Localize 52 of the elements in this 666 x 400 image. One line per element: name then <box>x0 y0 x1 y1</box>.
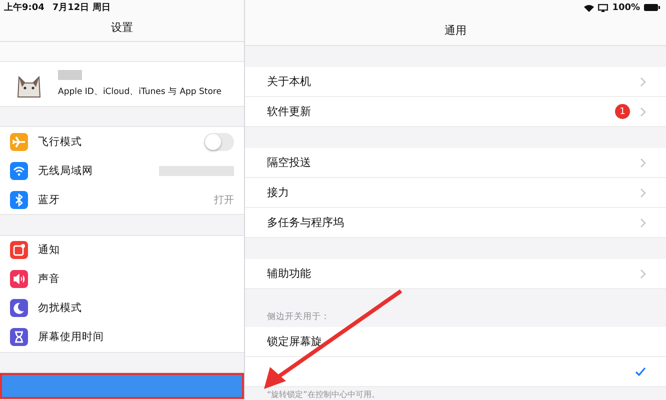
row-label: 多任务与程序坞 <box>267 215 344 230</box>
sidebar-item-label: 飞行模式 <box>38 134 82 149</box>
chevron-icon <box>640 76 646 86</box>
wifi-icon <box>584 4 594 12</box>
row-label: 辅助功能 <box>267 266 311 281</box>
row-label: 接力 <box>267 185 289 200</box>
chevron-icon <box>640 268 646 278</box>
sidebar-item[interactable] <box>0 373 244 400</box>
screen-mirroring-icon <box>598 4 608 12</box>
row-label: 软件更新 <box>267 104 311 119</box>
chevron-icon <box>640 218 646 228</box>
status-time: 上午9:04 <box>4 1 44 14</box>
sidebar-item-label: 屏幕使用时间 <box>38 330 104 344</box>
settings-row[interactable]: 隔空投送 <box>245 148 666 178</box>
battery-percent: 100% <box>612 2 640 13</box>
settings-row[interactable] <box>245 357 666 387</box>
settings-row[interactable]: 辅助功能 <box>245 259 666 289</box>
nav-title: 设置 <box>111 20 133 35</box>
section-header: 侧边开关用于： <box>266 311 331 324</box>
chevron-icon <box>640 106 646 116</box>
sidebar-item-label: 勿扰模式 <box>38 301 82 316</box>
row-label: 隔空投送 <box>267 155 311 170</box>
blurred-name <box>58 70 82 80</box>
sidebar-item[interactable]: 无线局域网 <box>0 156 244 186</box>
sidebar-item-label: 无线局域网 <box>38 164 93 178</box>
status-date: 7月12日 周日 <box>52 2 110 14</box>
sidebar-item-label: 声音 <box>38 272 60 286</box>
settings-row[interactable]: 软件更新 1 <box>245 97 666 127</box>
row-label: 关于本机 <box>267 74 311 89</box>
sidebar-item[interactable]: 屏幕使用时间 <box>0 322 244 352</box>
section-footer: “旋转锁定”在控制中心中可用。 <box>245 387 666 400</box>
profile-subtitle: Apple ID、iCloud、iTunes 与 App Store <box>58 86 222 98</box>
toggle-switch[interactable] <box>204 132 234 151</box>
chevron-icon <box>640 158 646 168</box>
settings-row[interactable]: 多任务与程序坞 <box>245 208 666 238</box>
settings-row[interactable]: 关于本机 <box>245 67 666 97</box>
profile-row[interactable]: Apple ID、iCloud、iTunes 与 App Store <box>0 62 244 107</box>
notification-badge: 1 <box>615 104 630 119</box>
sidebar-item-label: 蓝牙 <box>38 192 60 207</box>
settings-row[interactable]: 锁定屏幕旋 <box>245 327 666 357</box>
battery-icon <box>644 4 660 12</box>
sidebar-item[interactable]: 勿扰模式 <box>0 294 244 323</box>
sidebar-item[interactable]: 通知 <box>0 236 244 265</box>
settings-row[interactable]: 接力 <box>245 178 666 208</box>
sidebar-item[interactable]: 蓝牙 打开 <box>0 185 244 214</box>
sidebar-item-label: 通知 <box>38 243 60 258</box>
sidebar-item[interactable]: 声音 <box>0 264 244 294</box>
nav-title: 通用 <box>444 22 466 38</box>
row-label: 锁定屏幕旋 <box>267 334 322 349</box>
item-value: 打开 <box>214 194 234 207</box>
sidebar-item[interactable]: 飞行模式 <box>0 127 244 156</box>
chevron-icon <box>640 188 646 198</box>
